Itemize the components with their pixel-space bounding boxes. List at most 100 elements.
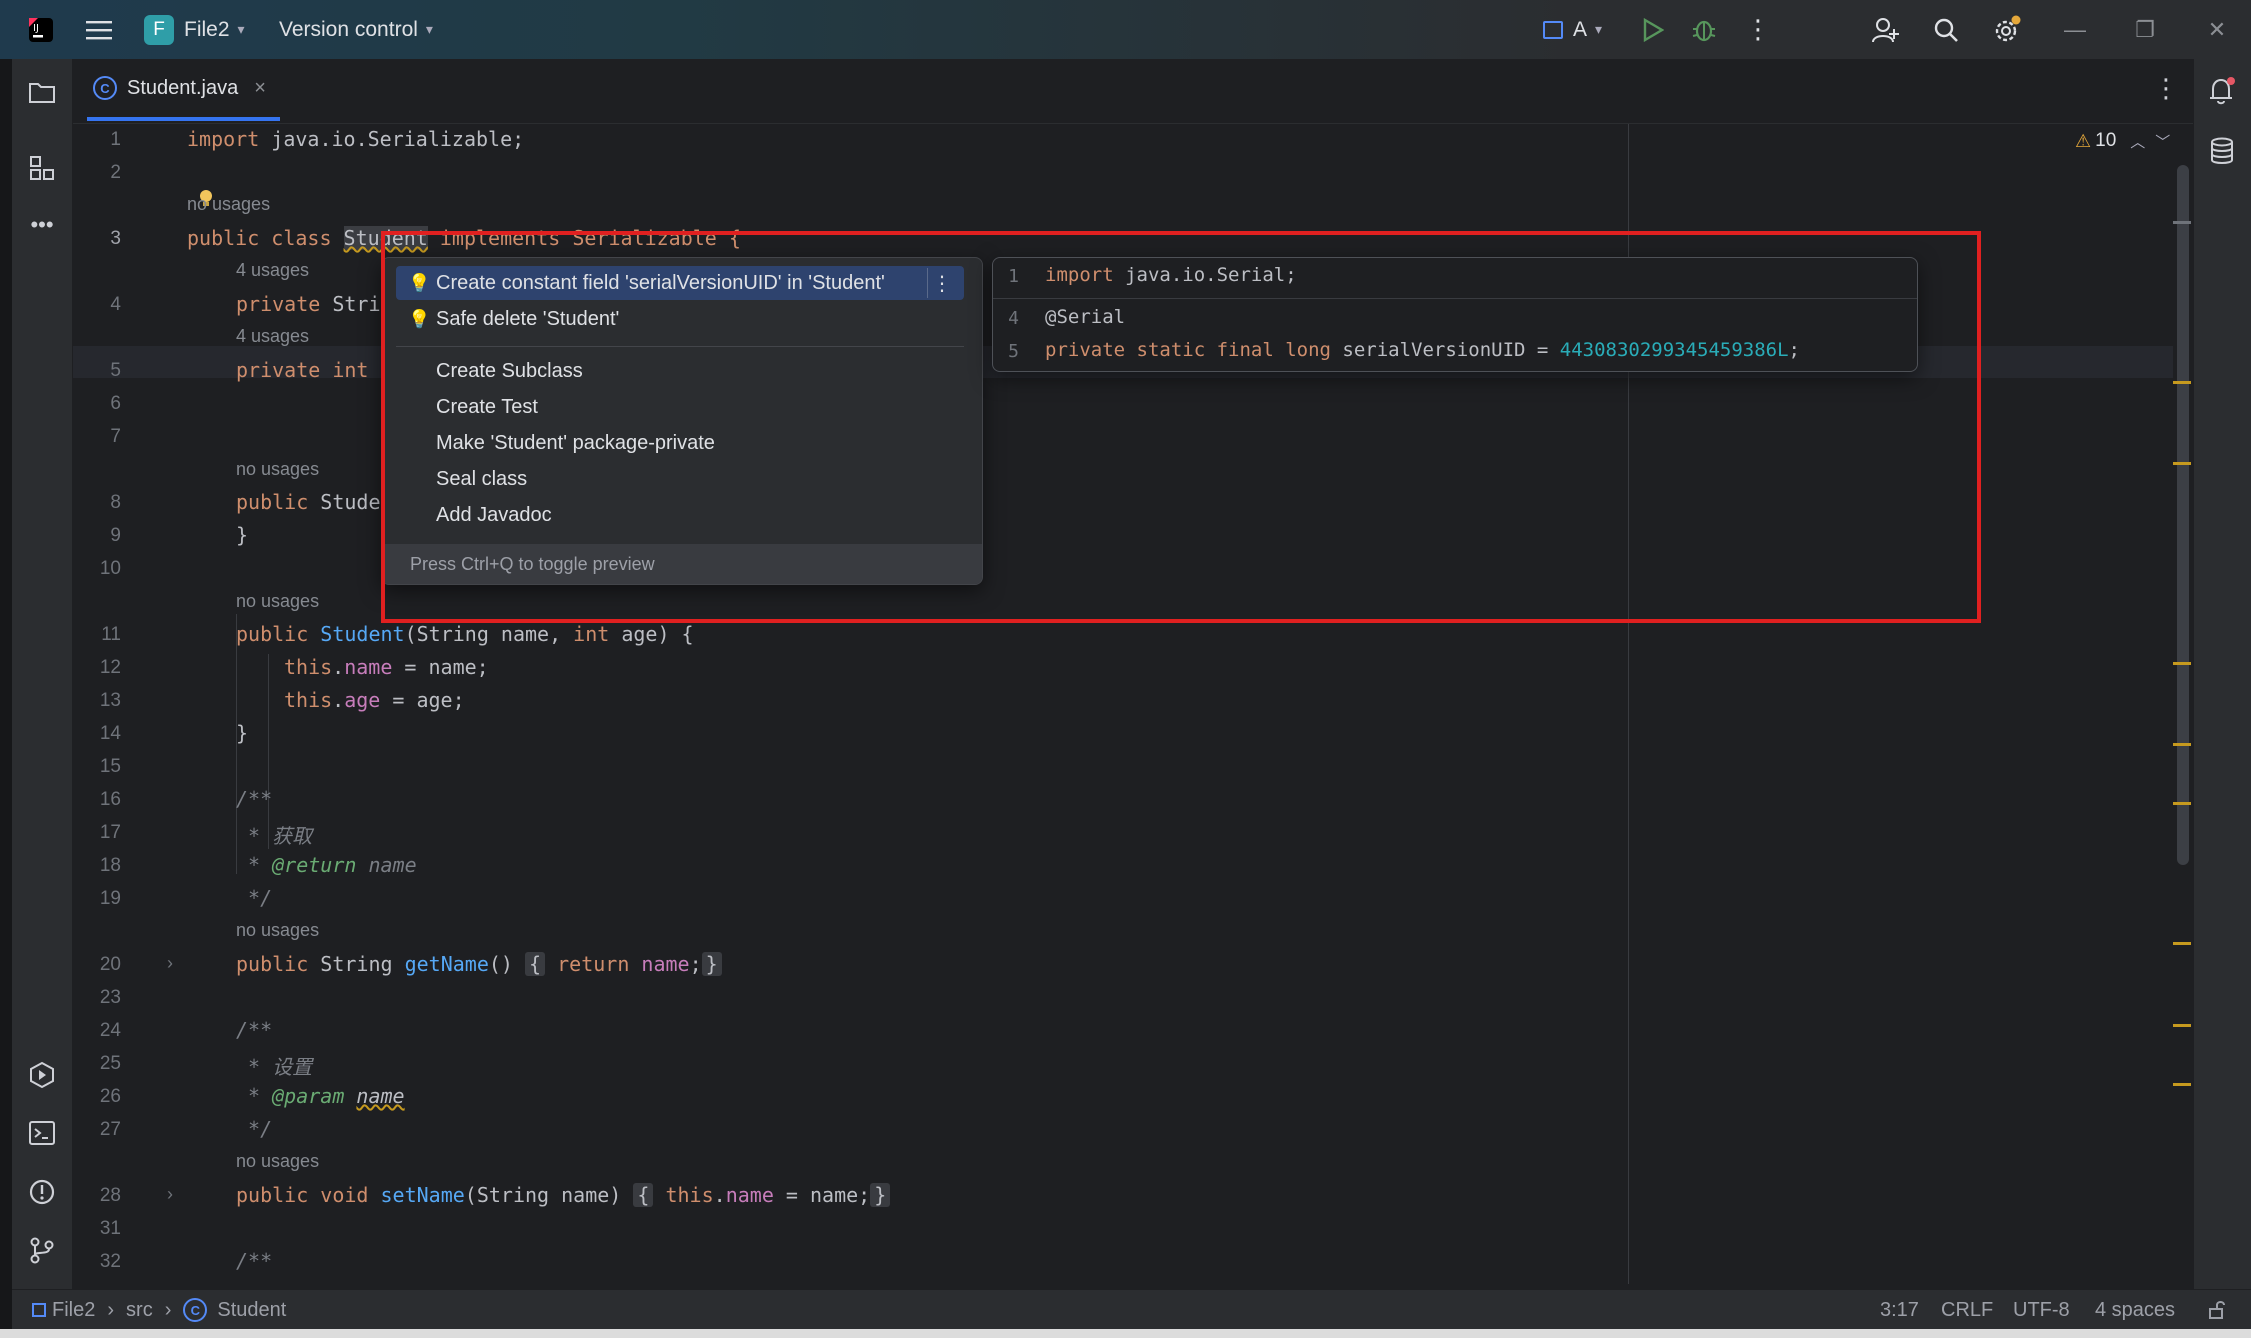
search-icon[interactable] [1933, 0, 1959, 59]
line-number: 7 [110, 426, 121, 447]
warning-triangle-icon: ⚠ [2075, 130, 2092, 151]
code-line: public Student(String name, int age) { [236, 622, 694, 646]
taskbar-edge [0, 1329, 2251, 1338]
code-line: public String getName() { return name;} [236, 952, 722, 976]
database-icon[interactable] [2206, 135, 2238, 167]
fold-expand-icon[interactable]: › [167, 1184, 173, 1205]
editor-tab-bar: C Student.java × ⋮ [73, 59, 2193, 124]
module-icon [32, 1303, 46, 1317]
warning-marker[interactable] [2173, 462, 2191, 465]
usages-hint[interactable]: no usages [236, 1151, 319, 1172]
chevron-down-icon: ▾ [1595, 21, 1603, 37]
line-number: 18 [99, 855, 121, 876]
code-line: public Stude [236, 490, 381, 514]
usages-hint[interactable]: no usages [236, 591, 319, 612]
notifications-bell-icon[interactable] [2206, 75, 2238, 107]
line-number: 26 [99, 1086, 121, 1107]
project-name: File2 [184, 17, 230, 41]
file-encoding[interactable]: UTF-8 [2013, 1290, 2070, 1330]
line-number: 24 [99, 1020, 121, 1041]
line-number: 25 [99, 1053, 121, 1074]
breadcrumb-item-class[interactable]: Student [217, 1299, 286, 1322]
warning-marker[interactable] [2173, 1024, 2191, 1027]
warning-marker[interactable] [2173, 662, 2191, 665]
line-number: 16 [99, 789, 121, 810]
line-number: 27 [99, 1119, 121, 1140]
app-logo-icon[interactable]: IJ [28, 0, 54, 59]
chevron-down-icon[interactable]: ﹀ [2155, 131, 2170, 152]
warning-marker[interactable] [2173, 743, 2191, 746]
add-user-icon[interactable] [1872, 0, 1900, 59]
code-line: this.name = name; [284, 655, 489, 679]
structure-icon[interactable] [26, 152, 58, 184]
line-number: 11 [101, 624, 121, 645]
doc-comment: * 获取 [236, 824, 313, 848]
fold-expand-icon[interactable]: › [167, 953, 173, 974]
tab-close-icon[interactable]: × [254, 77, 266, 100]
doc-comment: /** [236, 1018, 273, 1042]
project-selector[interactable]: F File2 ▾ [144, 0, 245, 59]
unlock-icon[interactable] [2207, 1290, 2227, 1330]
main-menu-icon[interactable] [86, 0, 112, 59]
breadcrumb-item-project[interactable]: File2 [52, 1299, 95, 1322]
line-number: 23 [99, 987, 121, 1008]
line-number: 6 [110, 393, 121, 414]
indent-setting[interactable]: 4 spaces [2095, 1290, 2175, 1330]
tab-student-java[interactable]: C Student.java × [87, 59, 280, 121]
java-class-icon: C [183, 1298, 208, 1322]
breadcrumb-item-src[interactable]: src [126, 1299, 153, 1322]
line-number: 1 [110, 129, 121, 150]
terminal-icon[interactable] [26, 1117, 58, 1149]
vcs-label: Version control [279, 17, 418, 41]
debug-icon[interactable] [1692, 0, 1716, 59]
usages-hint[interactable]: no usages [236, 459, 319, 480]
line-number-gutter: 1 2 3 4 5 6 7 8 9 10 11 12 13 14 15 16 1… [73, 124, 183, 1284]
project-folder-icon[interactable] [26, 77, 58, 109]
usages-hint[interactable]: 4 usages [236, 326, 309, 347]
tab-label: Student.java [127, 76, 239, 99]
usages-hint[interactable]: 4 usages [236, 260, 309, 281]
settings-gear-icon[interactable] [1992, 0, 2022, 59]
tab-options-icon[interactable]: ⋮ [2153, 73, 2179, 104]
chevron-down-icon: ▾ [237, 21, 245, 37]
close-window-icon[interactable]: ✕ [2187, 0, 2247, 59]
caret-position[interactable]: 3:17 [1880, 1290, 1919, 1330]
line-separator[interactable]: CRLF [1941, 1290, 1993, 1330]
code-line: private int [236, 358, 369, 382]
doc-comment: /** [236, 787, 273, 811]
line-number: 13 [99, 690, 121, 711]
version-control-menu[interactable]: Version control ▾ [279, 0, 433, 59]
status-bar: File2 › src › C Student 3:17 CRLF UTF-8 … [12, 1289, 2251, 1330]
warning-marker[interactable] [2173, 802, 2191, 805]
run-config-label: A [1573, 17, 1588, 41]
line-number: 19 [99, 888, 121, 909]
line-number: 17 [99, 822, 121, 843]
code-line: this.age = age; [284, 688, 465, 712]
git-branch-icon[interactable] [26, 1234, 58, 1266]
inspection-widget[interactable]: ⚠ 10 ︿ ﹀ [2075, 130, 2170, 152]
usages-hint[interactable]: no usages [236, 920, 319, 941]
more-actions-icon[interactable]: ⋮ [1745, 0, 1771, 59]
editor-scrollbar[interactable] [2177, 165, 2189, 865]
line-number: 10 [99, 558, 121, 579]
warning-marker[interactable] [2173, 1083, 2191, 1086]
run-icon[interactable] [1642, 0, 1664, 59]
highlight-annotation-box [381, 231, 1981, 623]
restore-window-icon[interactable]: ❐ [2115, 0, 2175, 59]
problems-icon[interactable] [26, 1176, 58, 1208]
minimize-window-icon[interactable]: — [2045, 0, 2105, 59]
java-class-icon: C [93, 76, 117, 100]
chevron-right-icon: › [164, 1298, 172, 1321]
warning-marker[interactable] [2173, 381, 2191, 384]
title-bar: IJ F File2 ▾ Version control ▾ A ▾ ⋮ — ❐… [0, 0, 2251, 59]
services-icon[interactable] [26, 1059, 58, 1091]
usages-hint[interactable]: no usages [187, 194, 270, 215]
doc-comment: */ [236, 1117, 273, 1141]
run-config-selector[interactable]: A ▾ [1543, 0, 1602, 59]
warning-marker[interactable] [2173, 942, 2191, 945]
left-tool-strip: ••• [12, 59, 73, 1289]
code-line: private Stri [236, 292, 381, 316]
warnings-count: 10 [2095, 130, 2117, 151]
chevron-up-icon[interactable]: ︿ [2130, 131, 2145, 152]
more-tools-icon[interactable]: ••• [26, 209, 58, 241]
